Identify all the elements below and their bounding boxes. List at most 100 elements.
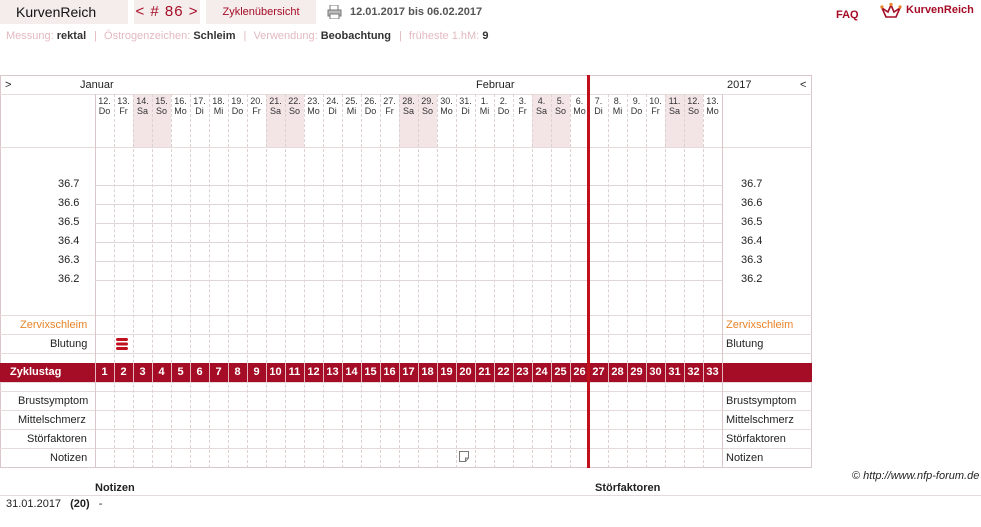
cycle-navigation[interactable]: < # 86 > (134, 0, 200, 24)
cycle-day-number[interactable]: 7 (209, 366, 228, 378)
day-header[interactable]: 15. So (152, 96, 171, 116)
cycle-day-number[interactable]: 3 (133, 366, 152, 378)
day-header[interactable]: 1. Mi (475, 96, 494, 116)
day-date: 13. (706, 96, 719, 106)
day-header[interactable]: 21. Sa (266, 96, 285, 116)
day-header[interactable]: 19. Do (228, 96, 247, 116)
brand-title[interactable]: KurvenReich (0, 0, 128, 24)
cycle-day-number[interactable]: 18 (418, 366, 437, 378)
cycle-day-number[interactable]: 5 (171, 366, 190, 378)
day-weekday: Mo (440, 106, 453, 116)
day-header[interactable]: 7. Di (589, 96, 608, 116)
day-column-line (114, 94, 115, 468)
day-header[interactable]: 28. Sa (399, 96, 418, 116)
day-header[interactable]: 31. Di (456, 96, 475, 116)
day-weekday: Fr (252, 106, 261, 116)
cycle-day-number[interactable]: 14 (342, 366, 361, 378)
day-header[interactable]: 13. Mo (703, 96, 722, 116)
day-header[interactable]: 24. Di (323, 96, 342, 116)
cycle-day-number[interactable]: 24 (532, 366, 551, 378)
cycle-day-number[interactable]: 15 (361, 366, 380, 378)
cycle-day-number[interactable]: 19 (437, 366, 456, 378)
cycle-day-number[interactable]: 23 (513, 366, 532, 378)
day-header[interactable]: 10. Fr (646, 96, 665, 116)
cycle-day-number[interactable]: 1 (95, 366, 114, 378)
cycle-day-number[interactable]: 12 (304, 366, 323, 378)
cycle-day-number[interactable]: 33 (703, 366, 722, 378)
cycle-day-number[interactable]: 21 (475, 366, 494, 378)
temp-tick-left: 36.4 (58, 235, 80, 247)
cycle-day-number[interactable]: 22 (494, 366, 513, 378)
day-weekday: So (155, 106, 167, 116)
cycle-day-number[interactable]: 32 (684, 366, 703, 378)
day-header[interactable]: 16. Mo (171, 96, 190, 116)
note-icon[interactable] (459, 451, 469, 462)
day-header[interactable]: 2. Do (494, 96, 513, 116)
printer-icon[interactable] (327, 5, 342, 19)
day-header[interactable]: 12. So (684, 96, 703, 116)
day-date: 21. (269, 96, 282, 106)
day-weekday: Mi (346, 106, 357, 116)
cycle-day-number[interactable]: 20 (456, 366, 475, 378)
day-header[interactable]: 13. Fr (114, 96, 133, 116)
day-header[interactable]: 17. Di (190, 96, 209, 116)
day-header[interactable]: 23. Mo (304, 96, 323, 116)
day-date: 25. (345, 96, 358, 106)
day-header[interactable]: 3. Fr (513, 96, 532, 116)
temp-gridline (95, 204, 722, 205)
cycle-day-number[interactable]: 17 (399, 366, 418, 378)
cycle-day-number[interactable]: 27 (589, 366, 608, 378)
cycle-day-number[interactable]: 25 (551, 366, 570, 378)
copyright-url[interactable]: http://www.nfp-forum.de (863, 470, 979, 482)
day-column-line (247, 94, 248, 468)
temp-tick-right: 36.5 (741, 216, 763, 228)
cycle-day-number[interactable]: 16 (380, 366, 399, 378)
day-header[interactable]: 27. Fr (380, 96, 399, 116)
row-divider (0, 448, 812, 449)
bleeding-icon[interactable] (116, 338, 128, 350)
cycle-day-number[interactable]: 30 (646, 366, 665, 378)
crown-logo-icon[interactable] (880, 2, 902, 20)
nav-left-arrow[interactable]: > (5, 79, 11, 91)
cycle-day-number[interactable]: 2 (114, 366, 133, 378)
cycle-day-number[interactable]: 4 (152, 366, 171, 378)
nav-right-arrow[interactable]: < (800, 79, 806, 91)
cycle-day-number[interactable]: 6 (190, 366, 209, 378)
cycle-day-number[interactable]: 29 (627, 366, 646, 378)
day-header[interactable]: 29. So (418, 96, 437, 116)
day-header[interactable]: 4. Sa (532, 96, 551, 116)
cycle-day-number[interactable]: 11 (285, 366, 304, 378)
cycle-day-number[interactable]: 28 (608, 366, 627, 378)
day-header[interactable]: 12. Do (95, 96, 114, 116)
cycle-day-number[interactable]: 9 (247, 366, 266, 378)
day-date: 15. (155, 96, 168, 106)
day-header[interactable]: 26. Do (361, 96, 380, 116)
cycle-day-number[interactable]: 13 (323, 366, 342, 378)
faq-link[interactable]: FAQ (836, 9, 859, 21)
cycle-day-number[interactable]: 8 (228, 366, 247, 378)
cycle-day-number[interactable]: 31 (665, 366, 684, 378)
logo-text[interactable]: KurvenReich (906, 4, 974, 16)
day-column-line (627, 94, 628, 468)
day-header[interactable]: 25. Mi (342, 96, 361, 116)
day-weekday: Sa (136, 106, 148, 116)
day-header[interactable]: 9. Do (627, 96, 646, 116)
day-date: 27. (383, 96, 396, 106)
day-date: 13. (117, 96, 130, 106)
day-header[interactable]: 20. Fr (247, 96, 266, 116)
cycle-overview-tab[interactable]: Zyklenübersicht (206, 0, 316, 24)
row-divider (0, 94, 812, 95)
cycle-day-number[interactable]: 10 (266, 366, 285, 378)
day-header[interactable]: 14. Sa (133, 96, 152, 116)
day-header[interactable]: 18. Mi (209, 96, 228, 116)
day-header[interactable]: 30. Mo (437, 96, 456, 116)
current-day-marker (587, 75, 590, 468)
day-header[interactable]: 11. Sa (665, 96, 684, 116)
day-column-line (551, 94, 552, 468)
brust-row-label: Brustsymptom (18, 395, 89, 407)
day-header[interactable]: 5. So (551, 96, 570, 116)
temp-tick-left: 36.7 (58, 178, 80, 190)
day-header[interactable]: 22. So (285, 96, 304, 116)
day-header[interactable]: 8. Mi (608, 96, 627, 116)
day-column-line (437, 94, 438, 468)
